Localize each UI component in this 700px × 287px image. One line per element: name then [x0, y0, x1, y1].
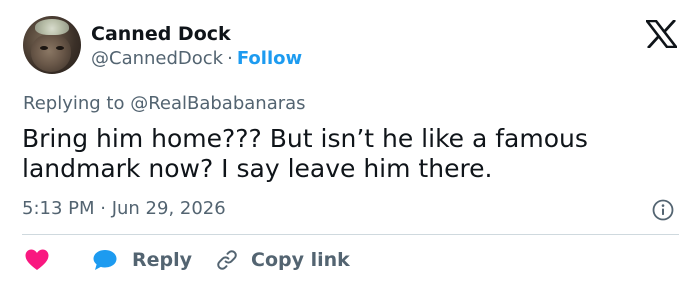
speech-bubble-icon	[93, 250, 117, 270]
avatar-hat	[35, 19, 69, 35]
copy-link-button[interactable]: Copy link	[215, 246, 350, 274]
x-logo-icon[interactable]	[646, 20, 677, 48]
divider	[22, 234, 679, 235]
replying-to-handle[interactable]: @RealBababanaras	[130, 93, 305, 114]
tweet-date: Jun 29, 2026	[111, 198, 226, 219]
avatar-eye	[56, 46, 64, 50]
tweet-time: 5:13 PM	[22, 198, 95, 219]
avatar-eye	[40, 46, 48, 50]
like-button[interactable]	[24, 246, 50, 274]
author-handle[interactable]: @CannedDock	[91, 48, 223, 69]
reply-label: Reply	[132, 249, 193, 271]
action-bar: Reply Copy link	[0, 246, 700, 274]
timestamp-separator: ·	[94, 198, 112, 219]
author-handle-row: @CannedDock · Follow	[91, 48, 302, 70]
author-name[interactable]: Canned Dock	[91, 23, 231, 45]
tweet-timestamp[interactable]: 5:13 PM · Jun 29, 2026	[22, 198, 226, 220]
heart-icon	[25, 249, 49, 270]
separator-dot: ·	[227, 48, 233, 69]
replying-to-prefix: Replying to	[23, 93, 131, 114]
tweet-card: Canned Dock @CannedDock · Follow Replying …	[0, 0, 700, 287]
copy-link-label: Copy link	[251, 249, 350, 271]
avatar-face	[31, 34, 71, 72]
reply-button[interactable]: Reply	[92, 246, 192, 274]
tweet-text: Bring him home??? But isn’t he like a fa…	[22, 124, 588, 183]
follow-button[interactable]: Follow	[237, 48, 302, 69]
replying-to: Replying to @RealBababanaras	[23, 93, 306, 115]
avatar[interactable]	[23, 16, 81, 74]
info-icon[interactable]	[652, 199, 674, 221]
link-icon	[217, 250, 237, 270]
